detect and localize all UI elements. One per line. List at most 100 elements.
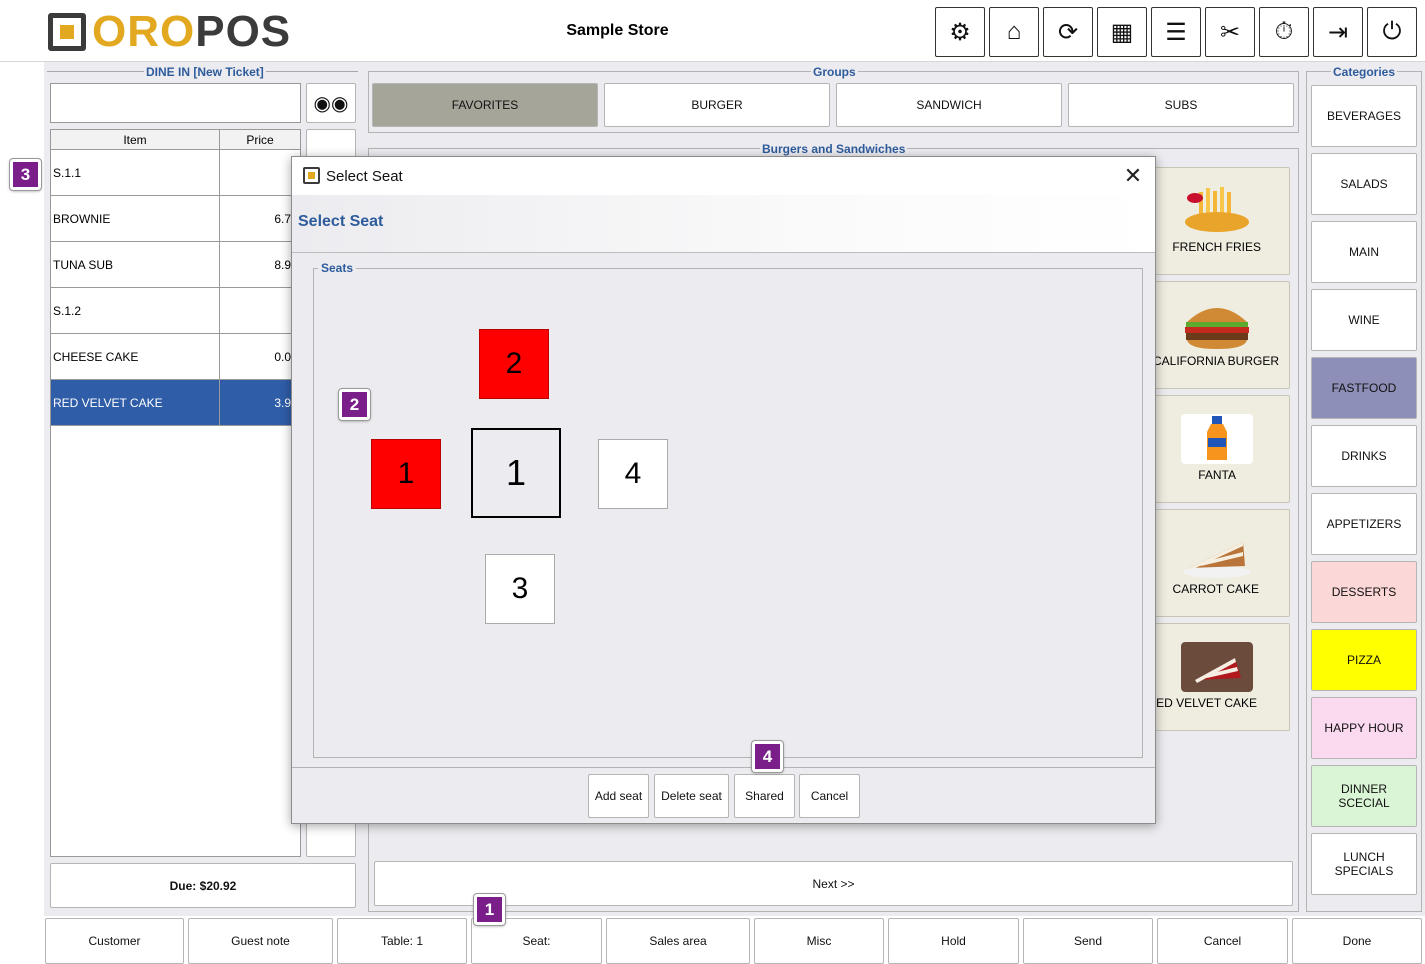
dialog-titlebar[interactable]: Select Seat ✕: [292, 157, 1155, 195]
home-icon: ⌂: [1006, 18, 1022, 45]
row-item-name: CHEESE CAKE: [53, 349, 139, 364]
menu-item-carrot-cake[interactable]: CARROT CAKE: [1140, 509, 1290, 617]
search-button[interactable]: ◉◉: [306, 83, 356, 123]
hold-button[interactable]: Hold: [888, 918, 1019, 964]
red-velvet-cake-image: [1181, 642, 1253, 692]
seat-3[interactable]: 3: [485, 554, 555, 624]
guest-note-button[interactable]: Guest note: [188, 918, 333, 964]
row-item-name: RED VELVET CAKE: [53, 395, 163, 410]
ticket-title: DINE IN [New Ticket]: [144, 65, 266, 79]
seats-label: Seats: [318, 261, 357, 275]
delete-seat-button[interactable]: Delete seat: [654, 774, 729, 818]
annotation-marker-4: 4: [752, 741, 783, 772]
done-button[interactable]: Done: [1292, 918, 1422, 964]
annotation-marker-2: 2: [339, 389, 370, 420]
groups-title: Groups: [811, 65, 858, 79]
logout-icon: ⇥: [1327, 18, 1349, 46]
list-icon: ☰: [1165, 18, 1187, 46]
dialog-heading: Select Seat: [298, 213, 384, 230]
ticket-search-input[interactable]: [50, 83, 301, 123]
menu-item-red-velvet-cake[interactable]: RED VELVET CAKE: [1140, 623, 1290, 731]
row-item-name: BROWNIE: [53, 211, 111, 226]
cancel-ticket-button[interactable]: Cancel: [1157, 918, 1288, 964]
category-appetizers[interactable]: APPETIZERS: [1311, 493, 1417, 555]
oropos-logo: ORO POS: [48, 10, 291, 54]
ticket-row-selected[interactable]: RED VELVET CAKE 3.9: [51, 380, 300, 426]
customer-button[interactable]: Customer: [45, 918, 184, 964]
clock-button[interactable]: ⏱: [1259, 7, 1309, 57]
row-item-price: 8.9: [219, 242, 291, 287]
clock-icon: ⏱: [1274, 18, 1294, 45]
seat-2-occupied[interactable]: 2: [479, 329, 549, 399]
menu-item-french-fries[interactable]: FRENCH FRIES: [1140, 167, 1290, 275]
burger-image: [1185, 308, 1249, 349]
refresh-button[interactable]: ⟳: [1043, 7, 1093, 57]
category-pizza[interactable]: PIZZA: [1311, 629, 1417, 691]
store-name: Sample Store: [566, 22, 669, 39]
settings-button[interactable]: ⚙: [935, 7, 985, 57]
dialog-footer-divider: [292, 767, 1155, 768]
group-burger[interactable]: BURGER: [604, 83, 830, 127]
category-happy-hour[interactable]: HAPPY HOUR: [1311, 697, 1417, 759]
next-page-button[interactable]: Next >>: [374, 861, 1293, 906]
seat-4[interactable]: 4: [598, 439, 668, 509]
menu-item-fanta[interactable]: FANTA: [1140, 395, 1290, 503]
row-item-price: [219, 288, 291, 333]
category-drinks[interactable]: DRINKS: [1311, 425, 1417, 487]
row-item-name: S.1.1: [53, 165, 82, 180]
shared-button[interactable]: Shared: [734, 774, 795, 818]
menu-item-california-burger[interactable]: CALIFORNIA BURGER: [1140, 281, 1290, 389]
home-button[interactable]: ⌂: [989, 7, 1039, 57]
grid-button[interactable]: ▦: [1097, 7, 1147, 57]
add-seat-button[interactable]: Add seat: [588, 774, 649, 818]
tools-button[interactable]: ✂: [1205, 7, 1255, 57]
close-icon[interactable]: ✕: [1118, 161, 1148, 191]
group-favorites[interactable]: FAVORITES: [372, 83, 598, 127]
misc-button[interactable]: Misc: [754, 918, 884, 964]
row-item-price: 0.0: [219, 334, 291, 379]
category-wine[interactable]: WINE: [1311, 289, 1417, 351]
logout-button[interactable]: ⇥: [1313, 7, 1363, 57]
table-button[interactable]: Table: 1: [337, 918, 467, 964]
category-salads[interactable]: SALADS: [1311, 153, 1417, 215]
fanta-bottle-image: [1181, 414, 1253, 464]
select-seat-dialog: Select Seat ✕ Select Seat Seats 2 1 1 4 …: [291, 156, 1156, 824]
column-header-item: Item: [51, 130, 220, 150]
binoculars-icon: ◉◉: [313, 92, 349, 115]
ticket-row[interactable]: BROWNIE 6.7: [51, 196, 300, 242]
categories-title: Categories: [1331, 65, 1398, 79]
category-fastfood[interactable]: FASTFOOD: [1311, 357, 1417, 419]
menu-items-title: Burgers and Sandwiches: [760, 142, 908, 156]
ticket-row[interactable]: S.1.1: [51, 150, 300, 196]
due-amount-button[interactable]: Due: $20.92: [50, 863, 356, 908]
group-sandwich[interactable]: SANDWICH: [836, 83, 1062, 127]
cancel-dialog-button[interactable]: Cancel: [799, 774, 860, 818]
ticket-row[interactable]: CHEESE CAKE 0.0: [51, 334, 300, 380]
category-lunch-specials[interactable]: LUNCH SPECIALS: [1311, 833, 1417, 895]
row-item-price: 6.7: [219, 196, 291, 241]
current-seat[interactable]: 1: [471, 428, 561, 518]
ticket-table[interactable]: Item Price S.1.1 BROWNIE 6.7 TUNA SUB 8.…: [50, 129, 301, 857]
carrot-cake-image: [1183, 542, 1251, 578]
list-button[interactable]: ☰: [1151, 7, 1201, 57]
category-dinner-special[interactable]: DINNER SCECIAL: [1311, 765, 1417, 827]
column-header-price: Price: [220, 130, 300, 150]
annotation-marker-1: 1: [474, 894, 505, 925]
category-beverages[interactable]: BEVERAGES: [1311, 85, 1417, 147]
dialog-window-title: Select Seat: [326, 168, 403, 185]
category-main[interactable]: MAIN: [1311, 221, 1417, 283]
dialog-header: Select Seat: [292, 195, 1155, 253]
category-desserts[interactable]: DESSERTS: [1311, 561, 1417, 623]
seat-1-occupied[interactable]: 1: [371, 439, 441, 509]
group-subs[interactable]: SUBS: [1068, 83, 1294, 127]
tools-icon: ✂: [1219, 18, 1241, 46]
sales-area-button[interactable]: Sales area: [606, 918, 750, 964]
ticket-row[interactable]: TUNA SUB 8.9: [51, 242, 300, 288]
app-header: ORO POS Sample Store ⚙ ⌂ ⟳ ▦ ☰ ✂ ⏱ ⇥ ⏻: [0, 0, 1425, 62]
grid-icon: ▦: [1110, 18, 1134, 46]
ticket-row[interactable]: S.1.2: [51, 288, 300, 334]
row-item-price: [219, 150, 291, 195]
send-button[interactable]: Send: [1023, 918, 1153, 964]
gear-icon: ⚙: [949, 18, 971, 46]
power-button[interactable]: ⏻: [1367, 7, 1417, 57]
